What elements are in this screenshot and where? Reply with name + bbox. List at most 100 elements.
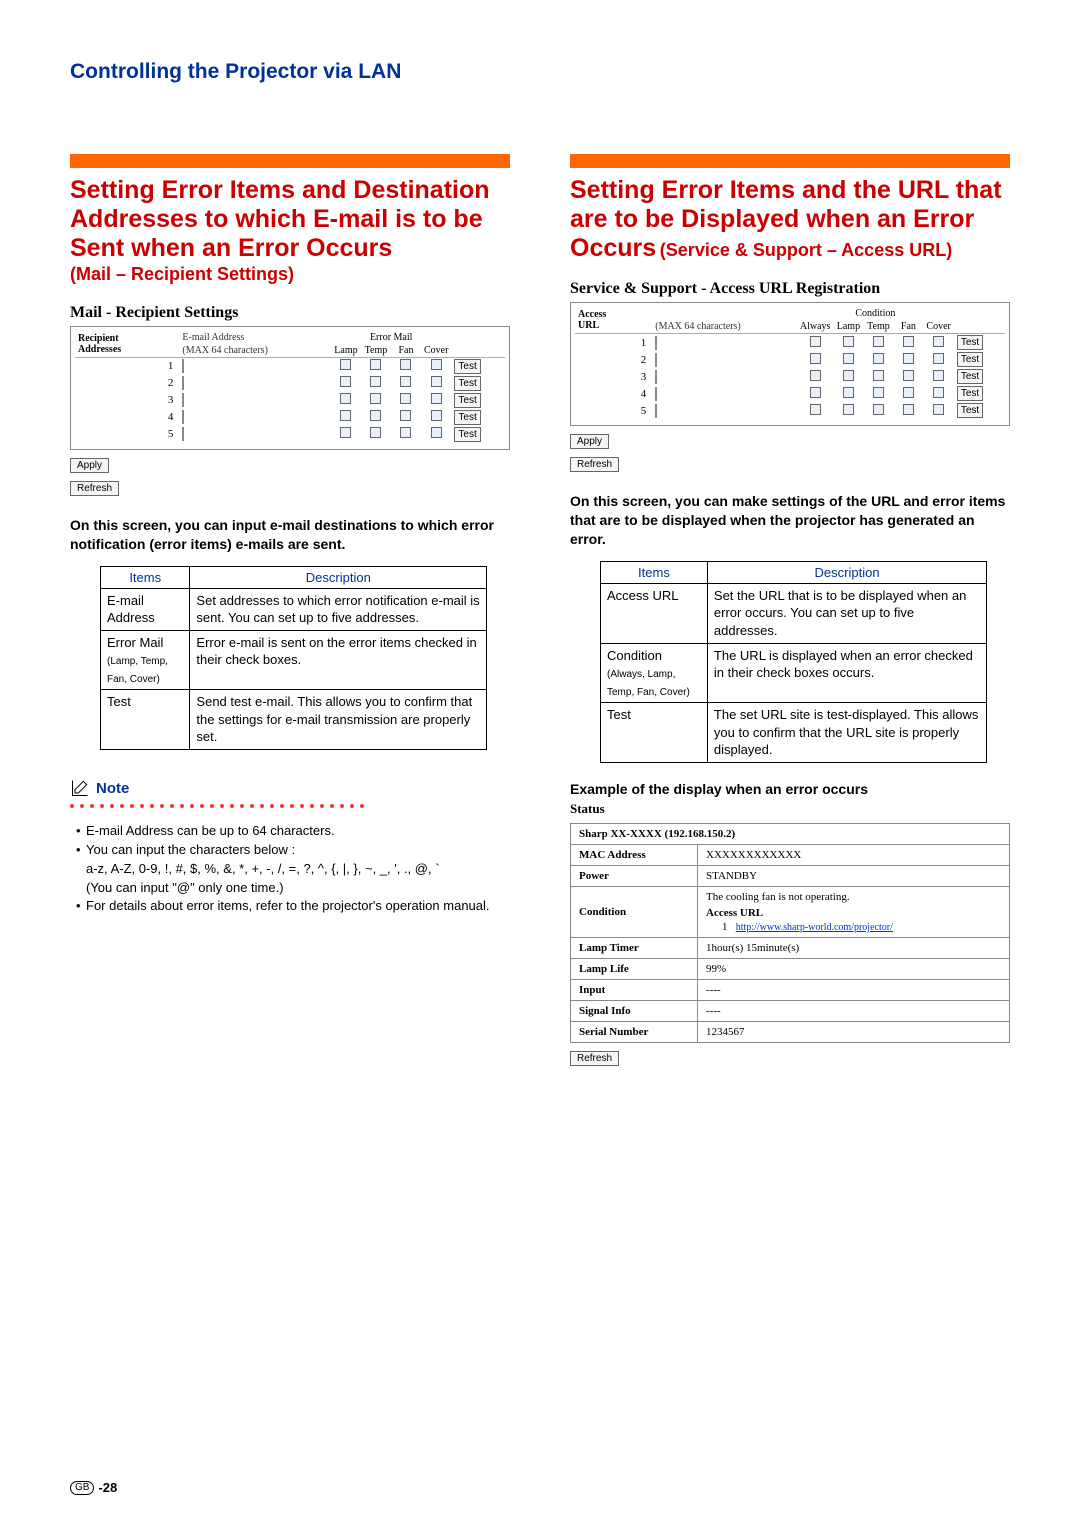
temp-checkbox[interactable] xyxy=(873,404,884,415)
status-label: Lamp Life xyxy=(571,958,698,979)
status-label: Input xyxy=(571,979,698,1000)
email-input-3[interactable] xyxy=(182,393,184,407)
temp-checkbox[interactable] xyxy=(873,336,884,347)
temp-checkbox[interactable] xyxy=(370,359,381,370)
test-button[interactable]: Test xyxy=(957,335,983,350)
refresh-button[interactable]: Refresh xyxy=(570,457,619,472)
always-checkbox[interactable] xyxy=(810,336,821,347)
lamp-checkbox[interactable] xyxy=(843,336,854,347)
fan-checkbox[interactable] xyxy=(903,336,914,347)
refresh-button[interactable]: Refresh xyxy=(70,481,119,496)
test-button[interactable]: Test xyxy=(454,427,480,442)
example-heading: Example of the display when an error occ… xyxy=(570,781,1010,797)
status-label: Signal Info xyxy=(571,1000,698,1021)
url-input-3[interactable] xyxy=(655,370,657,384)
cover-checkbox[interactable] xyxy=(933,353,944,364)
table-cell: E-mail Address xyxy=(101,588,190,630)
lamp-checkbox[interactable] xyxy=(340,410,351,421)
access-url-link[interactable]: http://www.sharp-world.com/projector/ xyxy=(736,922,893,933)
temp-checkbox[interactable] xyxy=(370,376,381,387)
url-input-2[interactable] xyxy=(655,353,657,367)
cover-checkbox[interactable] xyxy=(431,410,442,421)
fan-checkbox[interactable] xyxy=(400,410,411,421)
left-items-table: Items Description E-mail Address Set add… xyxy=(100,566,487,750)
temp-checkbox[interactable] xyxy=(873,353,884,364)
email-input-2[interactable] xyxy=(182,376,184,390)
fan-checkbox[interactable] xyxy=(400,393,411,404)
test-button[interactable]: Test xyxy=(957,352,983,367)
url-input-4[interactable] xyxy=(655,387,657,401)
cover-header: Cover xyxy=(923,320,953,334)
test-button[interactable]: Test xyxy=(454,359,480,374)
email-input-1[interactable] xyxy=(182,359,184,373)
fan-checkbox[interactable] xyxy=(903,353,914,364)
lamp-checkbox[interactable] xyxy=(843,404,854,415)
cover-header: Cover xyxy=(421,344,451,358)
table-cell: The URL is displayed when an error check… xyxy=(707,643,986,703)
cover-checkbox[interactable] xyxy=(933,336,944,347)
url-settings-panel: Access URL Condition (MAX 64 characters)… xyxy=(570,302,1010,426)
table-cell: Condition (Always, Lamp, Temp, Fan, Cove… xyxy=(601,643,708,703)
gb-badge: GB xyxy=(70,1481,94,1495)
recipient-header: Recipient Addresses xyxy=(75,331,156,358)
cover-checkbox[interactable] xyxy=(933,404,944,415)
divider-bar xyxy=(70,154,510,168)
row-num: 2 xyxy=(156,375,179,392)
fan-checkbox[interactable] xyxy=(903,370,914,381)
status-table: Sharp XX-XXXX (192.168.150.2) MAC Addres… xyxy=(570,823,1010,1043)
fan-checkbox[interactable] xyxy=(400,376,411,387)
test-button[interactable]: Test xyxy=(454,393,480,408)
apply-button[interactable]: Apply xyxy=(570,434,609,449)
lamp-checkbox[interactable] xyxy=(340,376,351,387)
temp-checkbox[interactable] xyxy=(370,410,381,421)
description-header: Description xyxy=(190,566,487,588)
test-button[interactable]: Test xyxy=(957,386,983,401)
cover-checkbox[interactable] xyxy=(431,376,442,387)
fan-checkbox[interactable] xyxy=(903,404,914,415)
email-input-5[interactable] xyxy=(182,427,184,441)
cover-checkbox[interactable] xyxy=(933,387,944,398)
url-input-5[interactable] xyxy=(655,404,657,418)
note-item: For details about error items, refer to … xyxy=(76,897,510,916)
refresh-button[interactable]: Refresh xyxy=(570,1051,619,1066)
temp-checkbox[interactable] xyxy=(873,370,884,381)
items-header: Items xyxy=(601,561,708,583)
table-cell: Test xyxy=(601,703,708,763)
always-checkbox[interactable] xyxy=(810,353,821,364)
temp-checkbox[interactable] xyxy=(370,427,381,438)
cover-checkbox[interactable] xyxy=(933,370,944,381)
mail-panel-title: Mail - Recipient Settings xyxy=(70,304,510,322)
test-button[interactable]: Test xyxy=(454,376,480,391)
lamp-checkbox[interactable] xyxy=(843,387,854,398)
email-input-4[interactable] xyxy=(182,410,184,424)
row-num: 5 xyxy=(156,426,179,443)
fan-checkbox[interactable] xyxy=(903,387,914,398)
cover-checkbox[interactable] xyxy=(431,359,442,370)
always-checkbox[interactable] xyxy=(810,404,821,415)
temp-checkbox[interactable] xyxy=(370,393,381,404)
lamp-checkbox[interactable] xyxy=(340,393,351,404)
lamp-checkbox[interactable] xyxy=(843,353,854,364)
cover-checkbox[interactable] xyxy=(431,427,442,438)
temp-header: Temp xyxy=(863,320,893,334)
always-checkbox[interactable] xyxy=(810,387,821,398)
lamp-checkbox[interactable] xyxy=(340,427,351,438)
apply-button[interactable]: Apply xyxy=(70,458,109,473)
always-checkbox[interactable] xyxy=(810,370,821,381)
lamp-checkbox[interactable] xyxy=(340,359,351,370)
status-value: 1234567 xyxy=(698,1021,1010,1042)
row-num: 2 xyxy=(629,351,652,368)
test-button[interactable]: Test xyxy=(957,369,983,384)
fan-checkbox[interactable] xyxy=(400,427,411,438)
test-button[interactable]: Test xyxy=(454,410,480,425)
cover-checkbox[interactable] xyxy=(431,393,442,404)
status-heading: Status xyxy=(570,801,1010,817)
temp-checkbox[interactable] xyxy=(873,387,884,398)
lamp-checkbox[interactable] xyxy=(843,370,854,381)
url-input-1[interactable] xyxy=(655,336,657,350)
left-subheading: (Mail – Recipient Settings) xyxy=(70,264,510,286)
left-heading: Setting Error Items and Destination Addr… xyxy=(70,176,510,262)
errormail-header: Error Mail xyxy=(331,331,451,344)
test-button[interactable]: Test xyxy=(957,403,983,418)
fan-checkbox[interactable] xyxy=(400,359,411,370)
